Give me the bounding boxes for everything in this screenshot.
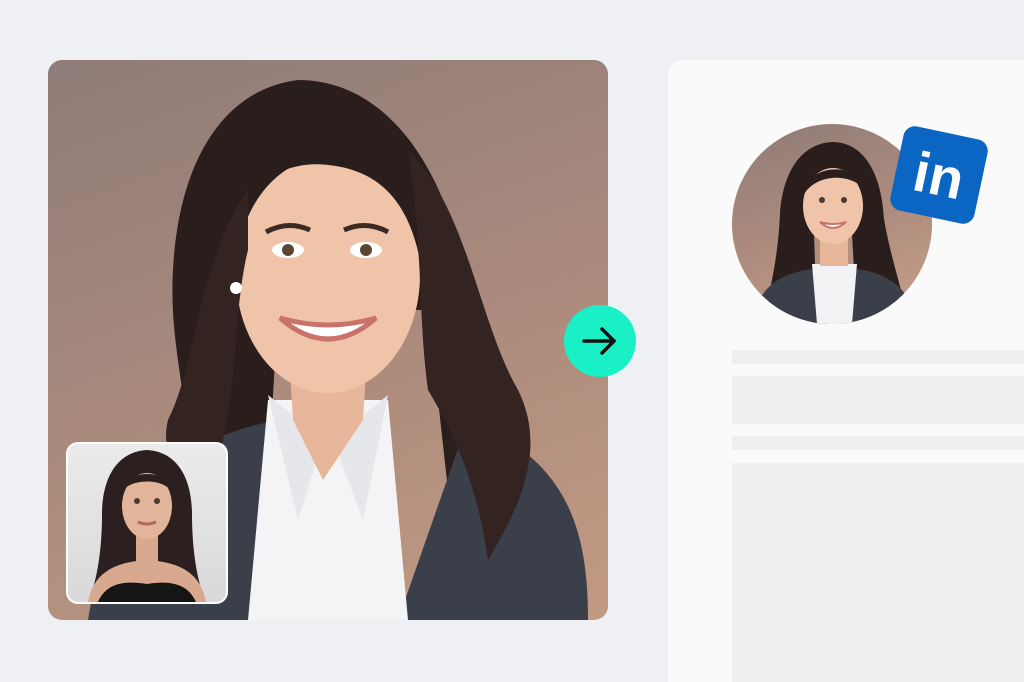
linkedin-profile-card: in [668,60,1024,682]
profile-headline-placeholder [732,376,1024,424]
original-photo-thumbnail [66,442,228,604]
profile-content-placeholder [732,463,1024,682]
convert-arrow-button[interactable] [564,305,636,377]
profile-name-placeholder [732,350,1024,364]
arrow-right-icon [582,327,616,355]
linkedin-logo-icon: in [888,124,990,226]
profile-subline-placeholder [732,436,1024,450]
